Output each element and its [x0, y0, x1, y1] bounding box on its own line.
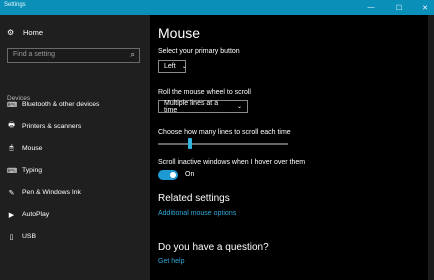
sidebar-item-bluetooth[interactable]: ⌨ Bluetooth & other devices [7, 99, 99, 110]
search-input[interactable]: Find a setting ⌕ [7, 48, 140, 63]
sidebar-item-usb[interactable]: ▯ USB [7, 231, 36, 242]
home-label: Home [23, 28, 44, 37]
toggle-state: On [185, 171, 195, 178]
main-pane: Mouse Select your primary button Left ⌄ … [150, 15, 434, 280]
lines-label: Choose how many lines to scroll each tim… [158, 129, 291, 136]
sidebar-item-label: Mouse [22, 145, 43, 152]
question-heading: Do you have a question? [158, 242, 269, 253]
related-settings-heading: Related settings [158, 193, 230, 204]
close-button[interactable]: ✕ [414, 0, 434, 15]
scrollbar[interactable] [428, 15, 434, 280]
sidebar-item-mouse[interactable]: 🖱 Mouse [7, 143, 42, 154]
lines-slider-thumb[interactable] [188, 138, 192, 149]
chevron-down-icon: ⌄ [181, 64, 187, 70]
chevron-down-icon: ⌄ [236, 104, 242, 110]
additional-mouse-options-link[interactable]: Additional mouse options [158, 210, 236, 217]
sidebar-item-label: Typing [22, 167, 43, 174]
printer-icon: 🖶 [8, 122, 15, 129]
wheel-scroll-value: Multiple lines at a time [164, 99, 219, 114]
sidebar-item-label: Bluetooth & other devices [22, 101, 100, 108]
sidebar-item-label: USB [22, 233, 36, 240]
sidebar-item-label: Pen & Windows Ink [22, 189, 81, 196]
wheel-label: Roll the mouse wheel to scroll [158, 89, 251, 96]
usb-icon: ▯ [9, 233, 14, 241]
primary-button-dropdown[interactable]: Left ⌄ [158, 60, 187, 73]
gear-icon: ⚙ [7, 28, 15, 37]
inactive-scroll-label: Scroll inactive windows when I hover ove… [158, 159, 306, 166]
primary-button-label: Select your primary button [158, 48, 240, 55]
maximize-button[interactable]: ☐ [388, 0, 410, 15]
window-title: Settings [4, 2, 26, 8]
sidebar-item-typing[interactable]: ⌨ Typing [7, 165, 42, 176]
search-icon: ⌕ [130, 50, 135, 59]
sidebar: ⚙ Home Find a setting ⌕ Devices ⌨ Blueto… [0, 15, 150, 280]
pen-icon: ✎ [8, 189, 15, 197]
sidebar-item-label: Printers & scanners [22, 123, 82, 130]
minimize-button[interactable]: — [360, 0, 382, 15]
autoplay-icon: ▶ [8, 211, 15, 219]
title-bar: Settings — ☐ ✕ [0, 0, 434, 15]
page-title: Mouse [158, 25, 201, 41]
wheel-scroll-dropdown[interactable]: Multiple lines at a time ⌄ [158, 99, 248, 114]
toggle-knob [170, 172, 176, 178]
get-help-link[interactable]: Get help [158, 258, 184, 265]
sidebar-item-autoplay[interactable]: ▶ AutoPlay [7, 209, 49, 220]
mouse-icon: 🖱 [9, 144, 14, 152]
lines-slider-track[interactable] [158, 143, 288, 145]
primary-button-value: Left [164, 63, 176, 70]
bluetooth-icon: ⌨ [7, 101, 18, 109]
inactive-scroll-toggle[interactable] [158, 170, 178, 180]
sidebar-item-printers[interactable]: 🖶 Printers & scanners [7, 121, 81, 132]
keyboard-icon: ⌨ [7, 167, 18, 175]
home-nav-item[interactable]: ⚙ Home [7, 28, 43, 37]
sidebar-item-label: AutoPlay [22, 211, 50, 218]
search-placeholder: Find a setting [13, 51, 56, 58]
sidebar-item-pen-windows-ink[interactable]: ✎ Pen & Windows Ink [7, 187, 81, 198]
